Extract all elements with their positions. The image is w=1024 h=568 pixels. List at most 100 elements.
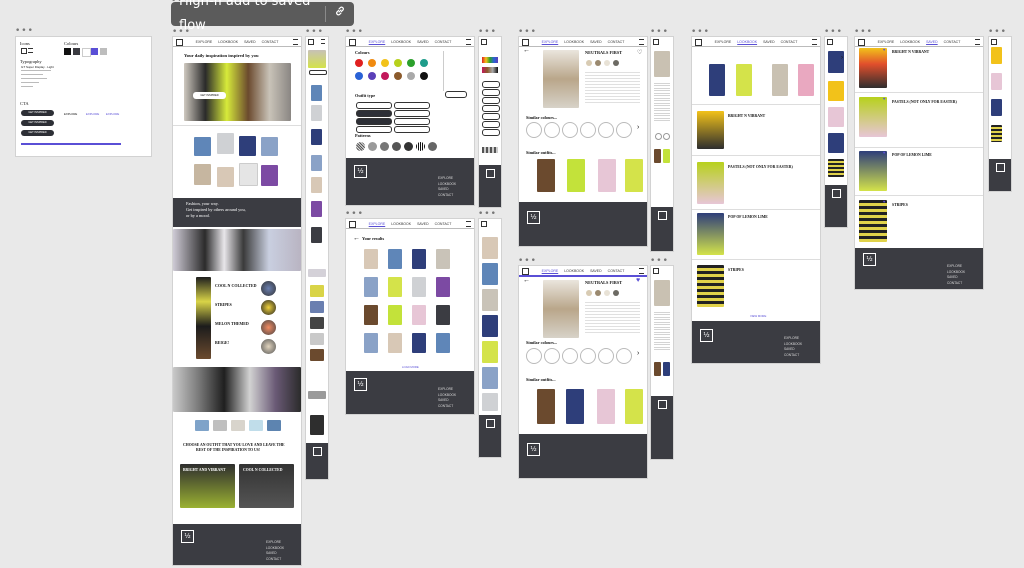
similar-colour-item[interactable] xyxy=(544,122,560,138)
pattern-option[interactable] xyxy=(380,142,389,151)
saved-frame[interactable]: EXPLORE LOOKBOOK SAVED CONTACT ♥ BRIGHT … xyxy=(854,36,984,290)
colour-filter-dot[interactable] xyxy=(381,59,389,67)
outfit-type-option[interactable] xyxy=(482,113,500,120)
nav-explore[interactable]: EXPLORE xyxy=(369,40,386,44)
nav-lookbook[interactable]: LOOKBOOK xyxy=(218,40,238,44)
saved-image[interactable] xyxy=(859,48,887,88)
outfit-image[interactable] xyxy=(308,50,326,68)
menu-icon[interactable] xyxy=(975,39,980,45)
nav-contact[interactable]: CONTACT xyxy=(435,40,452,44)
similar-outfit-image[interactable] xyxy=(566,389,584,424)
outfit-image[interactable] xyxy=(217,167,234,187)
outfit-image[interactable] xyxy=(482,315,498,337)
nav-explore[interactable]: EXPLORE xyxy=(542,40,559,44)
outfit-type-option[interactable] xyxy=(394,102,430,109)
collection-image[interactable] xyxy=(310,285,324,297)
saved-image[interactable] xyxy=(859,97,887,137)
outfit-image[interactable] xyxy=(239,163,258,186)
result-image[interactable] xyxy=(364,305,378,325)
pattern-option[interactable] xyxy=(392,142,401,151)
similar-outfit-image[interactable] xyxy=(663,362,670,376)
outfit-type-option[interactable] xyxy=(394,118,430,125)
result-image[interactable] xyxy=(436,277,450,297)
saved-mobile-frame[interactable] xyxy=(988,36,1012,192)
card-image[interactable] xyxy=(310,415,324,435)
colour-filter-dot[interactable] xyxy=(407,59,415,67)
nav-lookbook[interactable]: LOOKBOOK xyxy=(564,40,584,44)
outfit-image[interactable] xyxy=(482,263,498,285)
similar-outfit-image[interactable] xyxy=(663,149,670,163)
colour-filter-dot[interactable] xyxy=(420,59,428,67)
home-mobile-frame[interactable] xyxy=(305,36,329,480)
outfit-image[interactable] xyxy=(311,85,322,101)
logo-icon[interactable] xyxy=(349,39,356,46)
outfit-image[interactable] xyxy=(482,237,498,259)
nav-sample[interactable]: EXPLORE xyxy=(86,112,99,116)
card-title[interactable]: BRIGHT AND VIBRANT xyxy=(183,468,225,472)
explore-mobile-frame[interactable] xyxy=(478,36,502,208)
outfit-type-option[interactable] xyxy=(482,105,500,112)
nav-lookbook[interactable]: LOOKBOOK xyxy=(391,222,411,226)
menu-icon[interactable] xyxy=(466,221,471,227)
similar-colour-item[interactable] xyxy=(562,348,578,364)
menu-icon[interactable] xyxy=(639,268,644,274)
outfit-type-option[interactable] xyxy=(394,110,430,117)
logo-icon[interactable] xyxy=(481,39,487,45)
saved-title[interactable]: PASTELS (NOT ONLY FOR EASTER) xyxy=(892,100,957,104)
outfit-image[interactable] xyxy=(249,420,263,431)
outfit-type-option[interactable] xyxy=(356,102,392,109)
similar-colour-item[interactable] xyxy=(598,122,614,138)
similar-outfit-image[interactable] xyxy=(625,389,643,424)
explore-filters-frame[interactable]: EXPLORE LOOKBOOK SAVED CONTACT Colours O… xyxy=(345,36,475,206)
logo-icon[interactable] xyxy=(308,39,314,45)
collection-title[interactable]: COOL N COLLECTED xyxy=(215,283,257,288)
link-icon[interactable] xyxy=(326,2,354,26)
logo-icon[interactable] xyxy=(653,268,659,274)
similar-colour-item[interactable] xyxy=(663,133,670,140)
footer-logo[interactable]: ½ xyxy=(181,530,194,543)
nav-saved[interactable]: SAVED xyxy=(590,269,602,273)
colour-dot-grid[interactable] xyxy=(482,57,498,63)
outfit-type-option[interactable] xyxy=(482,121,500,128)
footer-logo[interactable] xyxy=(658,400,667,409)
menu-icon[interactable] xyxy=(466,39,471,45)
lookbook-title[interactable]: BRIGHT N VIBRANT xyxy=(728,114,765,118)
similar-colour-item[interactable] xyxy=(655,133,662,140)
chevron-right-icon[interactable]: › xyxy=(637,124,639,131)
chevron-right-icon[interactable]: › xyxy=(841,55,843,61)
nav-saved[interactable]: SAVED xyxy=(417,222,429,226)
similar-outfit-image[interactable] xyxy=(597,389,615,424)
carousel-image[interactable] xyxy=(798,64,814,96)
chevron-right-icon[interactable]: › xyxy=(637,350,639,357)
cta-button[interactable]: GET INSPIRED xyxy=(21,110,54,116)
outfit-image[interactable] xyxy=(311,129,322,145)
nav-saved[interactable]: SAVED xyxy=(417,40,429,44)
outfit-image[interactable] xyxy=(261,137,278,156)
lookbook-frame[interactable]: EXPLORE LOOKBOOK SAVED CONTACT BRIGHT N … xyxy=(691,36,821,364)
similar-colour-item[interactable] xyxy=(562,122,578,138)
logo-icon[interactable] xyxy=(991,39,997,45)
outfit-type-option[interactable] xyxy=(482,81,500,88)
heart-icon[interactable]: ♡ xyxy=(637,49,642,56)
similar-colour-item[interactable] xyxy=(616,348,632,364)
collection-thumb[interactable] xyxy=(261,320,276,335)
nav-saved[interactable]: SAVED xyxy=(763,40,775,44)
saved-image[interactable] xyxy=(991,99,1002,116)
logo-icon[interactable] xyxy=(481,221,487,227)
results-mobile-frame[interactable] xyxy=(478,218,502,458)
outfit-image[interactable] xyxy=(261,165,278,186)
back-arrow-icon[interactable]: ← xyxy=(523,47,530,54)
heart-filled-icon[interactable]: ♥ xyxy=(883,199,885,204)
similar-colour-item[interactable] xyxy=(580,348,596,364)
saved-image[interactable] xyxy=(991,125,1002,142)
nav-contact[interactable]: CONTACT xyxy=(781,40,798,44)
outfit-image[interactable] xyxy=(482,289,498,311)
cta-button[interactable]: GET INSPIRED xyxy=(21,120,54,126)
result-image[interactable] xyxy=(388,277,402,297)
detail-saved-frame[interactable]: EXPLORE LOOKBOOK SAVED CONTACT ← NEUTRAL… xyxy=(518,265,648,479)
get-inspired-button[interactable]: GET INSPIRED xyxy=(193,92,226,99)
result-image[interactable] xyxy=(388,333,402,353)
footer-link[interactable]: CONTACT xyxy=(784,353,802,359)
menu-icon[interactable] xyxy=(293,39,298,45)
collection-image[interactable] xyxy=(310,349,324,361)
